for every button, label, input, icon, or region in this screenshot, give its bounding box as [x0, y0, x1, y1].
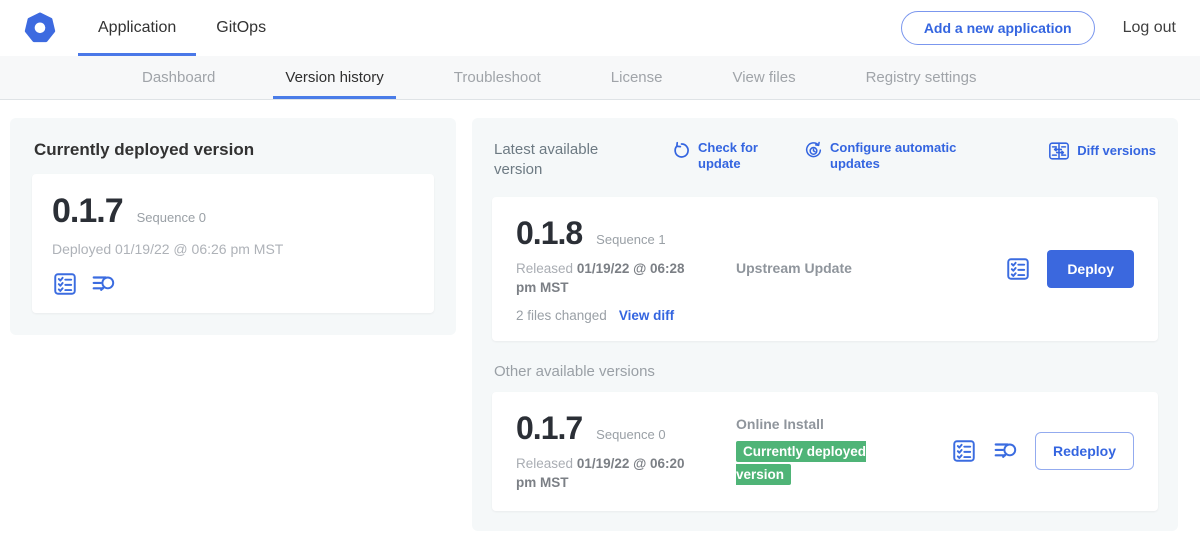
subnav-item-troubleshoot[interactable]: Troubleshoot [442, 56, 553, 99]
deployed-card-actions [52, 271, 414, 297]
tab-gitops[interactable]: GitOps [196, 0, 286, 56]
deployed-version-card: 0.1.7 Sequence 0 Deployed 01/19/22 @ 06:… [32, 174, 434, 313]
latest-version-info: 0.1.8 Sequence 1 Released 01/19/22 @ 06:… [516, 215, 728, 323]
other-available-versions-title: Other available versions [494, 363, 1156, 380]
upstream-update-label: Upstream Update [736, 260, 852, 276]
check-for-update-link[interactable]: Check for update [672, 140, 764, 173]
deployed-timestamp: Deployed 01/19/22 @ 06:26 pm MST [52, 241, 414, 257]
view-diff-link[interactable]: View diff [619, 308, 674, 323]
latest-version-actions: Deploy [1005, 250, 1134, 288]
available-versions-panel: Latest available version Check for updat… [472, 118, 1178, 531]
other-version-source: Online Install Currently deployed versio… [728, 416, 951, 486]
add-new-application-button[interactable]: Add a new application [901, 11, 1095, 45]
subnav-item-view-files[interactable]: View files [720, 56, 807, 99]
sub-nav: Dashboard Version history Troubleshoot L… [0, 56, 1200, 100]
currently-deployed-badge: Currently deployed version [736, 441, 866, 484]
subnav-item-license[interactable]: License [599, 56, 675, 99]
diff-versions-link[interactable]: Diff versions [1048, 140, 1156, 162]
latest-version-card: 0.1.8 Sequence 1 Released 01/19/22 @ 06:… [492, 197, 1158, 341]
release-notes-icon[interactable] [52, 271, 78, 297]
logout-link[interactable]: Log out [1123, 19, 1176, 37]
available-header: Latest available version Check for updat… [494, 140, 1156, 179]
other-version-actions: Redeploy [951, 432, 1134, 470]
topnav-right: Add a new application Log out [901, 0, 1176, 56]
deployed-badge-wrap: Currently deployed version [736, 441, 886, 486]
deployed-version-row: 0.1.7 Sequence 0 [52, 192, 414, 231]
configure-automatic-updates-label: Configure automatic updates [830, 140, 976, 173]
other-version-card: 0.1.7 Sequence 0 Released 01/19/22 @ 06:… [492, 392, 1158, 511]
online-install-label: Online Install [736, 416, 951, 432]
main-content: Currently deployed version 0.1.7 Sequenc… [10, 118, 1178, 531]
deployed-sequence-label: Sequence 0 [137, 210, 206, 225]
currently-deployed-panel: Currently deployed version 0.1.7 Sequenc… [10, 118, 456, 335]
deploy-button[interactable]: Deploy [1047, 250, 1134, 288]
topnav-tabs: Application GitOps [78, 0, 286, 56]
subnav-item-version-history[interactable]: Version history [273, 56, 395, 99]
page: Application GitOps Add a new application… [0, 0, 1200, 536]
released-prefix: Released [516, 456, 573, 471]
latest-sequence-label: Sequence 1 [596, 232, 665, 247]
diff-versions-icon [1048, 140, 1070, 162]
released-prefix: Released [516, 261, 573, 276]
release-notes-icon[interactable] [951, 438, 977, 464]
check-for-update-label: Check for update [698, 140, 764, 173]
latest-version-source: Upstream Update [728, 260, 1005, 278]
release-notes-icon[interactable] [1005, 256, 1031, 282]
diff-versions-label: Diff versions [1077, 143, 1156, 159]
other-released-timestamp: Released 01/19/22 @ 06:20 pm MST [516, 455, 688, 493]
latest-available-title: Latest available version [494, 140, 646, 179]
files-changed-row: 2 files changed View diff [516, 308, 728, 323]
view-logs-icon[interactable] [91, 271, 117, 297]
redeploy-button[interactable]: Redeploy [1035, 432, 1134, 470]
deployed-version-number: 0.1.7 [52, 192, 123, 231]
latest-released-timestamp: Released 01/19/22 @ 06:28 pm MST [516, 260, 688, 298]
other-version-number: 0.1.7 [516, 410, 582, 447]
tab-application[interactable]: Application [78, 0, 196, 56]
refresh-icon [672, 141, 691, 160]
app-logo[interactable] [24, 0, 56, 56]
latest-version-number: 0.1.8 [516, 215, 582, 252]
configure-automatic-updates-link[interactable]: Configure automatic updates [804, 140, 976, 173]
top-nav: Application GitOps Add a new application… [0, 0, 1200, 56]
files-changed-label: 2 files changed [516, 308, 607, 323]
subnav-item-dashboard[interactable]: Dashboard [130, 56, 227, 99]
logo-icon [24, 12, 56, 44]
view-logs-icon[interactable] [993, 438, 1019, 464]
subnav-item-registry-settings[interactable]: Registry settings [854, 56, 989, 99]
other-version-info: 0.1.7 Sequence 0 Released 01/19/22 @ 06:… [516, 410, 728, 493]
schedule-update-icon [804, 141, 823, 160]
deployed-panel-title: Currently deployed version [34, 140, 434, 160]
other-sequence-label: Sequence 0 [596, 427, 665, 442]
